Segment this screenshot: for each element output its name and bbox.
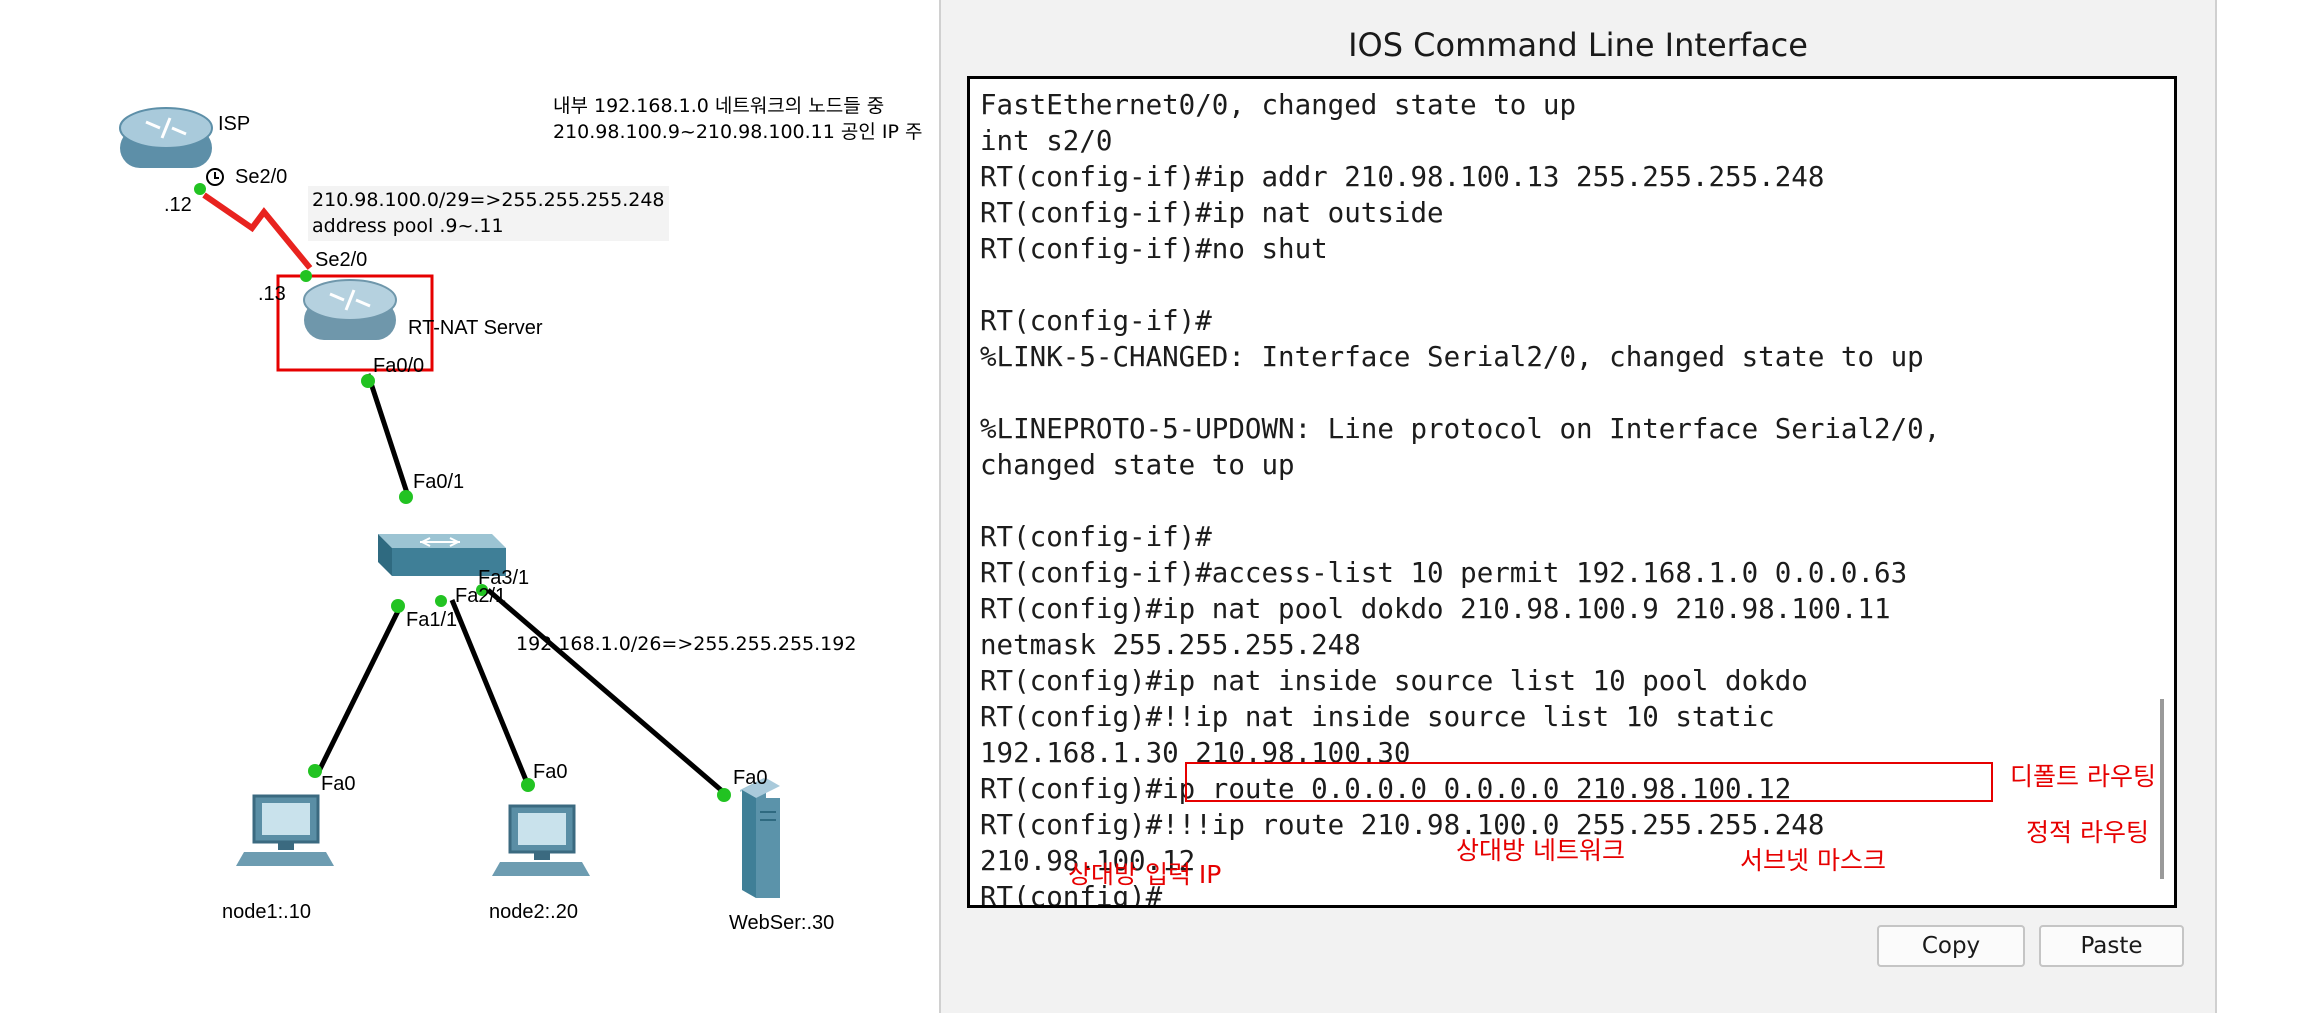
ethernet-link-switch-node1 (314, 605, 403, 777)
serial-link (202, 192, 313, 270)
pc-node1-icon (236, 794, 334, 866)
topology-note-top-line1: 내부 192.168.1.0 네트워크의 노드들 중 (553, 95, 885, 117)
port-label-isp-addr: .12 (164, 194, 192, 216)
cli-line: netmask 255.255.255.248 (980, 629, 1361, 661)
topology-note-lan: 192.168.1.0/26=>255.255.255.192 (516, 633, 857, 655)
annotation-static-routing: 정적 라우팅 (2026, 818, 2149, 847)
port-label-rt-addr: .13 (258, 283, 286, 305)
cli-line: RT(config-if)#ip addr 210.98.100.13 255.… (980, 161, 1825, 193)
device-label-rt-nat[interactable]: RT-NAT Server (408, 318, 542, 338)
annotation-peer-network: 상대방 네트워크 (1456, 836, 1625, 865)
port-label-sw-fa01: Fa0/1 (413, 471, 465, 493)
port-label-rt-se20: Se2/0 (315, 249, 368, 271)
device-label-node1[interactable]: node1:.10 (222, 902, 311, 922)
device-label-node2[interactable]: node2:.20 (489, 902, 578, 922)
topology-note-top: 내부 192.168.1.0 네트워크의 노드들 중 210.98.100.9~… (553, 94, 939, 145)
cli-line: RT(config-if)# (980, 305, 1212, 337)
cli-line: FastEthernet0/0, changed state to up (980, 89, 1577, 121)
topology-note-top-line2: 210.98.100.9~210.98.100.11 공인 IP 주 (553, 120, 923, 143)
ethernet-link-switch-webser (486, 588, 730, 798)
default-route-highlight-box (1185, 762, 1993, 802)
ethernet-link-rt-switch (365, 373, 411, 497)
cli-line: int s2/0 (980, 125, 1113, 157)
topology-drawing (119, 107, 780, 898)
device-label-webser[interactable]: WebSer:.30 (729, 913, 834, 933)
ethernet-link-switch-node2 (449, 599, 533, 791)
annotation-peer-input-ip: 상대방 입력 IP (1068, 860, 1222, 889)
cli-line (980, 375, 2138, 411)
port-label-sw-fa11: Fa1/1 (406, 609, 458, 631)
cli-title: IOS Command Line Interface (1348, 26, 1808, 64)
cli-line: RT(config-if)#access-list 10 permit 192.… (980, 557, 1908, 589)
port-label-isp-se20: Se2/0 (235, 166, 288, 188)
cli-line (980, 267, 2138, 303)
cli-line: RT(config-if)# (980, 521, 1212, 553)
webserver-icon (740, 778, 780, 898)
cli-line: RT(config-if)#no shut (980, 233, 1328, 265)
cli-line: RT(config-if)#ip nat outside (980, 197, 1444, 229)
cli-line: RT(config)#!!ip nat inside source list 1… (980, 701, 1775, 733)
port-label-sw-fa21: Fa2/1 (455, 585, 507, 607)
cli-line: %LINEPROTO-5-UPDOWN: Line protocol on In… (980, 413, 1941, 445)
cli-line: %LINK-5-CHANGED: Interface Serial2/0, ch… (980, 341, 1924, 373)
paste-button[interactable]: Paste (2039, 925, 2184, 967)
port-label-web-fa0: Fa0 (733, 767, 768, 789)
cli-line: RT(config)#ip nat inside source list 10 … (980, 665, 1808, 697)
topology-canvas[interactable]: 내부 192.168.1.0 네트워크의 노드들 중 210.98.100.9~… (0, 0, 940, 1013)
cli-line: changed state to up (980, 449, 1295, 481)
pc-node2-icon (492, 804, 590, 876)
copy-button[interactable]: Copy (1877, 925, 2025, 967)
clock-icon (206, 168, 224, 186)
port-label-node1-fa0: Fa0 (321, 773, 356, 795)
rt-nat-router-icon (303, 279, 397, 340)
annotation-default-routing: 디폴트 라우팅 (2010, 762, 2156, 791)
isp-router-icon (119, 107, 213, 168)
topology-note-wan: 210.98.100.0/29=>255.255.255.248 address… (308, 186, 669, 242)
device-label-isp[interactable]: ISP (218, 114, 250, 134)
topology-note-wan-line1: 210.98.100.0/29=>255.255.255.248 (312, 189, 665, 211)
cli-scrollbar[interactable] (2160, 699, 2164, 879)
port-label-node2-fa0: Fa0 (533, 761, 568, 783)
port-label-rt-fa00: Fa0/0 (373, 355, 425, 377)
topology-note-wan-line2: address pool .9~.11 (312, 214, 504, 237)
cli-line: RT(config)#ip nat pool dokdo 210.98.100.… (980, 593, 1891, 625)
annotation-subnet-mask: 서브넷 마스크 (1740, 846, 1886, 875)
cli-line (980, 483, 2138, 519)
